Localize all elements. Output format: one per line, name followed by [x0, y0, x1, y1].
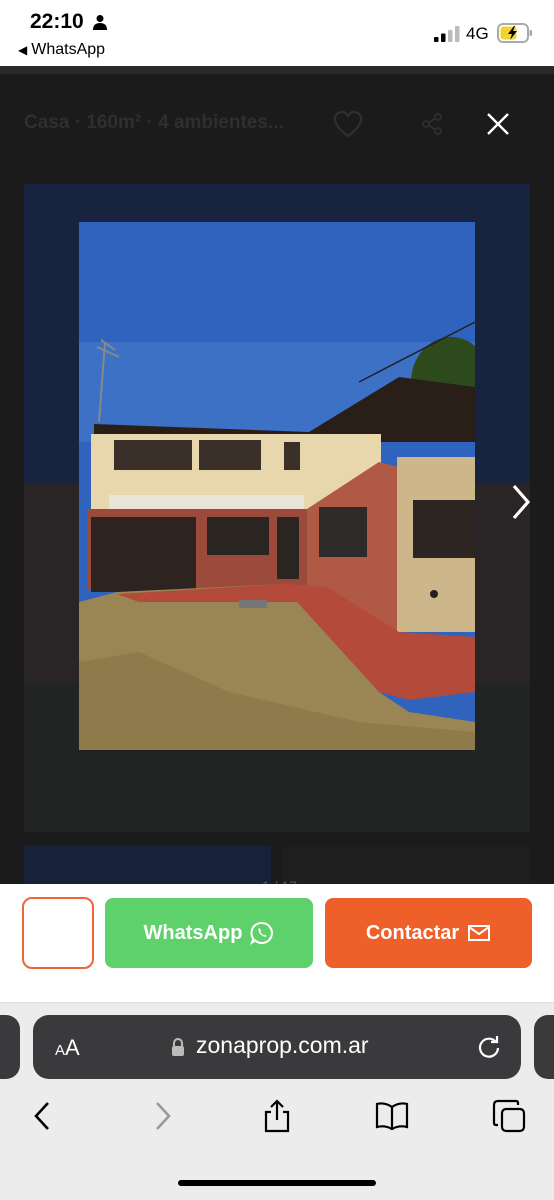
favorite-button[interactable] [22, 897, 94, 969]
browser-bottom-bar: AA zonaprop.com.ar [0, 1003, 554, 1200]
reader-aa-button[interactable]: AA [55, 1035, 80, 1061]
contact-button[interactable]: Contactar [325, 898, 532, 968]
back-to-app-link[interactable]: ◀ WhatsApp [18, 41, 105, 59]
share-icon[interactable] [420, 112, 444, 136]
forward-icon[interactable] [145, 1099, 179, 1133]
overlay-top-strip [0, 66, 554, 74]
lock-icon [172, 1038, 184, 1056]
back-triangle-icon: ◀ [18, 43, 28, 57]
network-type: 4G [466, 24, 489, 43]
listing-title: Casa · 160m² · 4 ambientes... [24, 112, 284, 133]
heart-icon[interactable] [333, 110, 363, 138]
property-photo [79, 222, 475, 750]
mail-icon [468, 925, 491, 941]
close-icon[interactable] [486, 112, 510, 136]
home-indicator [178, 1180, 376, 1186]
url-text: zonaprop.com.ar [196, 1032, 369, 1058]
status-time: 22:10 [30, 10, 84, 33]
signal-icon [434, 26, 460, 42]
back-app-label: WhatsApp [31, 41, 106, 58]
photo-gallery-overlay: Casa · 160m² · 4 ambientes... [0, 66, 554, 894]
whatsapp-button-label: WhatsApp [143, 921, 243, 944]
battery-icon [497, 23, 532, 43]
share-sheet-icon[interactable] [260, 1099, 294, 1133]
next-tab-peek[interactable] [534, 1015, 554, 1079]
tabs-icon[interactable] [492, 1099, 526, 1133]
chevron-right-icon[interactable] [502, 472, 530, 532]
previous-tab-peek[interactable] [0, 1015, 20, 1079]
contact-button-label: Contactar [365, 921, 460, 944]
whatsapp-icon [250, 922, 274, 945]
address-bar[interactable]: AA zonaprop.com.ar [33, 1015, 521, 1079]
reload-icon[interactable] [476, 1034, 502, 1060]
back-icon[interactable] [26, 1099, 60, 1133]
photo-carousel[interactable] [24, 184, 530, 832]
thumbnail-1[interactable] [24, 846, 271, 884]
bookmarks-icon[interactable] [375, 1099, 409, 1133]
contact-bar: WhatsApp Contactar [0, 884, 554, 1003]
whatsapp-button[interactable]: WhatsApp [105, 898, 313, 968]
person-icon [93, 15, 107, 30]
thumbnail-2[interactable] [283, 846, 530, 884]
status-bar: 22:10 ◀ WhatsApp 4G [0, 0, 554, 66]
